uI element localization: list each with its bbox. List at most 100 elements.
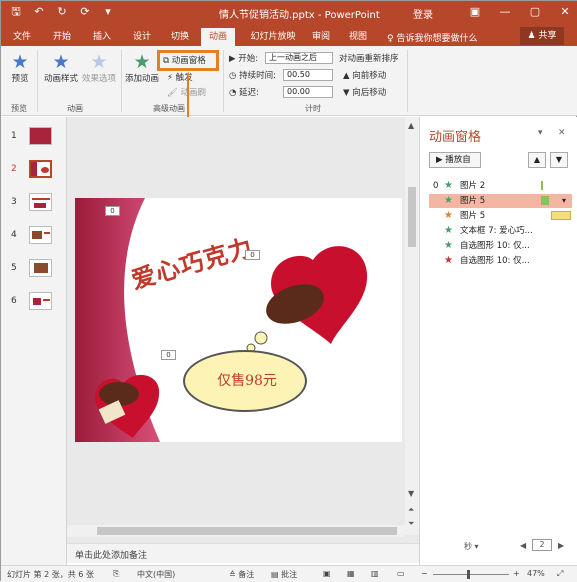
- tab-slideshow[interactable]: 幻灯片放映: [242, 28, 304, 46]
- duration-field[interactable]: 00.50: [283, 69, 333, 81]
- slide-2[interactable]: 爱心巧克力 仅售98元 0 0 0: [75, 198, 402, 442]
- thumbnail-1[interactable]: 1: [1, 127, 67, 149]
- thumbnail-4[interactable]: 4: [1, 226, 67, 248]
- tab-file[interactable]: 文件: [7, 28, 37, 46]
- add-animation-star-icon: ★: [133, 51, 151, 73]
- thumbnail-image: [29, 193, 52, 211]
- hscroll-thumb[interactable]: [97, 527, 397, 535]
- thumbnail-6[interactable]: 6: [1, 292, 67, 314]
- price-callout[interactable]: 仅售98元: [183, 350, 307, 412]
- tab-home[interactable]: 开始: [47, 28, 77, 46]
- move-earlier-button[interactable]: ▲ 向前移动: [343, 69, 386, 81]
- zoom-in-icon[interactable]: +: [513, 569, 520, 578]
- scroll-thumb[interactable]: [408, 187, 416, 247]
- delay-field[interactable]: 00.00: [283, 86, 333, 98]
- tab-transitions[interactable]: 切换: [165, 28, 195, 46]
- group-label-animation: 动画: [67, 104, 83, 113]
- horizontal-scrollbar[interactable]: [67, 525, 405, 537]
- animation-pane-title: 动画窗格: [429, 130, 482, 145]
- ribbon-animations: ★ 预览 预览 ★ 动画样式 ★ 效果选项 动画 ★ 添加动画 ⧉ 动画窗格 ⚡…: [1, 46, 577, 116]
- effect-options-label: 效果选项: [81, 74, 116, 84]
- animation-item-label: 图片 5: [460, 211, 486, 221]
- fit-to-window-icon[interactable]: ⤢: [557, 569, 563, 579]
- move-later-button[interactable]: ▼ 向后移动: [343, 86, 386, 98]
- quick-access-toolbar: 🖫 ↶ ↻ ⟳ ▾: [9, 5, 115, 19]
- seconds-dropdown[interactable]: 秒 ▾: [464, 541, 479, 552]
- animation-item[interactable]: ★ 文本框 7: 爱心巧...: [429, 224, 572, 238]
- language-indicator[interactable]: 中文(中国): [137, 569, 175, 580]
- scroll-up-icon[interactable]: ▲: [408, 121, 414, 130]
- redo-icon[interactable]: ↻: [55, 5, 69, 19]
- timeline-zoom-box[interactable]: 2: [532, 539, 552, 551]
- status-bar: 幻灯片 第 2 张，共 6 张 ⎘ 中文(中国) ≙ 备注 ▤ 批注 ▣ ▦ ▥…: [1, 565, 577, 582]
- animation-tag: 0: [105, 206, 120, 216]
- start-label: ▶ 开始:: [229, 54, 259, 64]
- zoom-out-icon[interactable]: −: [421, 569, 428, 578]
- animation-item-selected[interactable]: ★ 图片 5 ▾: [429, 194, 572, 208]
- move-up-button[interactable]: ▲: [528, 152, 546, 168]
- reorder-title: 对动画重新排序: [339, 54, 399, 64]
- next-slide-icon[interactable]: ⏷: [408, 519, 414, 529]
- reading-view-icon[interactable]: ▥: [371, 569, 379, 578]
- slide-count: 幻灯片 第 2 张，共 6 张: [7, 570, 94, 579]
- animation-tag: 0: [161, 350, 176, 360]
- move-later-icon: ▼: [343, 88, 353, 98]
- slideshow-icon[interactable]: ▭: [397, 569, 405, 578]
- tab-view[interactable]: 视图: [343, 28, 373, 46]
- restore-icon[interactable]: ▢: [526, 4, 544, 20]
- thumbnail-image: [29, 127, 52, 145]
- customize-qat-icon[interactable]: ▾: [101, 5, 115, 19]
- timeline-left-icon[interactable]: ◀: [520, 541, 526, 550]
- preview-button[interactable]: ★ 预览: [5, 52, 35, 84]
- thumbnail-2[interactable]: 2: [1, 160, 67, 182]
- entrance-star-icon: ★: [444, 195, 453, 206]
- pane-options-icon[interactable]: ▾: [538, 128, 543, 138]
- slide-sorter-icon[interactable]: ▦: [347, 569, 355, 578]
- share-button[interactable]: ♟ 共享: [520, 27, 564, 45]
- tab-design[interactable]: 设计: [127, 28, 157, 46]
- tab-review[interactable]: 审阅: [306, 28, 336, 46]
- animation-item[interactable]: ★ 自选图形 10: 仅...: [429, 239, 572, 253]
- spellcheck-icon[interactable]: ⎘: [113, 569, 119, 579]
- play-from-button[interactable]: ▶ 播放自: [429, 152, 481, 168]
- start-combo[interactable]: 上一动画之后: [265, 52, 333, 64]
- thumbnail-3[interactable]: 3: [1, 193, 67, 215]
- zoom-level[interactable]: 47%: [527, 569, 545, 578]
- tell-me-search[interactable]: ♀ 告诉我你想要做什么: [387, 31, 477, 44]
- animation-item[interactable]: 0 ★ 图片 2: [429, 179, 572, 193]
- thumbnail-5[interactable]: 5: [1, 259, 67, 281]
- document-title: 情人节促销活动.pptx - PowerPoint: [219, 10, 380, 21]
- ribbon-display-options-icon[interactable]: ▣: [466, 4, 484, 20]
- item-dropdown-icon[interactable]: ▾: [562, 194, 566, 208]
- save-icon[interactable]: 🖫: [9, 5, 23, 19]
- repeat-icon[interactable]: ⟳: [78, 5, 92, 19]
- scroll-down-icon[interactable]: ▼: [408, 489, 414, 498]
- notes-toggle[interactable]: ≙ 备注: [229, 569, 254, 580]
- zoom-slider-thumb[interactable]: [467, 570, 470, 579]
- tab-animations[interactable]: 动画: [201, 28, 235, 46]
- login-link[interactable]: 登录: [413, 6, 433, 21]
- pane-timeline-footer: 秒 ▾ ◀ 2 ▶: [420, 537, 577, 557]
- animation-item[interactable]: ★ 自选图形 10: 仅...: [429, 254, 572, 268]
- comments-toggle[interactable]: ▤ 批注: [271, 569, 297, 580]
- thumbnail-number: 4: [11, 230, 17, 240]
- zoom-slider[interactable]: [433, 574, 509, 575]
- timeline-right-icon[interactable]: ▶: [558, 541, 564, 550]
- close-icon[interactable]: ✕: [556, 4, 574, 20]
- add-animation-button[interactable]: ★ 添加动画: [125, 52, 159, 84]
- animation-styles-button[interactable]: ★ 动画样式: [43, 52, 79, 84]
- prev-slide-icon[interactable]: ⏶: [408, 505, 414, 515]
- undo-icon[interactable]: ↶: [32, 5, 46, 19]
- effect-options-button[interactable]: ★ 效果选项: [81, 52, 117, 84]
- notes-placeholder[interactable]: 单击此处添加备注: [67, 543, 419, 563]
- minimize-icon[interactable]: —: [496, 4, 514, 20]
- vertical-scrollbar[interactable]: ▲ ▼ ⏶ ⏷: [405, 117, 419, 535]
- animation-styles-label: 动画样式: [43, 74, 78, 84]
- pane-close-icon[interactable]: ✕: [558, 128, 566, 138]
- animation-item[interactable]: ★ 图片 5: [429, 209, 572, 223]
- tab-insert[interactable]: 插入: [87, 28, 117, 46]
- move-down-button[interactable]: ▼: [550, 152, 568, 168]
- painter-icon: 🖌: [167, 88, 181, 98]
- animation-item-label: 文本框 7: 爱心巧...: [460, 226, 533, 236]
- normal-view-icon[interactable]: ▣: [323, 569, 331, 578]
